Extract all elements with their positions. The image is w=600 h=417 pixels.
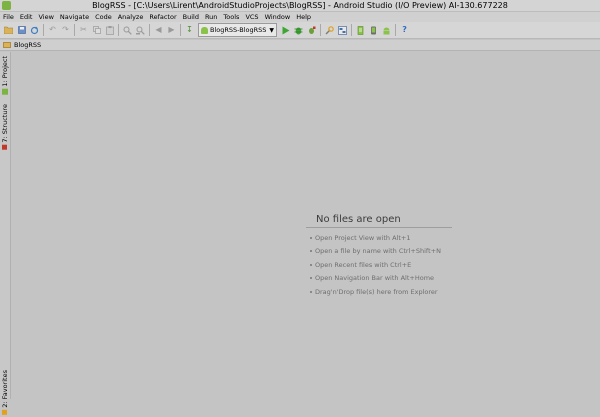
settings-icon[interactable] xyxy=(325,25,335,35)
toolbar-separator xyxy=(149,24,150,36)
menu-file[interactable]: File xyxy=(0,13,17,21)
tab-structure-label: 7: Structure xyxy=(1,104,9,143)
tab-favorites-label: 2: Favorites xyxy=(1,370,9,408)
run-configuration-select[interactable]: BlogRSS-BlogRSS ▼ xyxy=(198,23,278,37)
tab-structure[interactable]: 7: Structure xyxy=(1,104,9,152)
android-monitor-icon[interactable] xyxy=(382,25,392,35)
menu-help[interactable]: Help xyxy=(293,13,314,21)
menu-analyze[interactable]: Analyze xyxy=(115,13,147,21)
title-bar: BlogRSS - [C:\Users\Lirent\AndroidStudio… xyxy=(0,0,600,12)
menu-view[interactable]: View xyxy=(35,13,56,21)
folder-icon xyxy=(3,42,11,48)
bullet-icon xyxy=(310,263,312,266)
hint-text: Open Project View with Alt+1 xyxy=(315,233,411,242)
android-icon xyxy=(201,26,208,34)
tab-project-label: 1: Project xyxy=(1,56,9,87)
run-configuration-label: BlogRSS-BlogRSS xyxy=(210,26,267,34)
bullet-icon xyxy=(310,250,312,252)
build-hammer-icon[interactable]: ↧ xyxy=(185,25,195,35)
hint-item: Open Recent files with Ctrl+E xyxy=(306,261,452,269)
menu-navigate[interactable]: Navigate xyxy=(57,13,92,21)
back-icon[interactable]: ◀ xyxy=(154,25,164,35)
paste-icon[interactable] xyxy=(105,25,115,35)
hint-text: Open a file by name with Ctrl+Shift+N xyxy=(315,247,441,255)
menu-run[interactable]: Run xyxy=(202,13,220,21)
hint-item: Open Navigation Bar with Alt+Home xyxy=(306,274,452,282)
toolbar-separator xyxy=(74,24,75,36)
structure-icon xyxy=(2,144,8,150)
left-tool-strip: 1: Project 7: Structure 2: Favorites xyxy=(0,52,11,415)
chevron-down-icon: ▼ xyxy=(269,26,275,34)
project-structure-icon[interactable] xyxy=(338,25,348,35)
toolbar-separator xyxy=(43,24,44,36)
menu-bar: File Edit View Navigate Code Analyze Ref… xyxy=(0,12,600,22)
toolbar-separator xyxy=(395,24,397,36)
hint-item: Open Project View with Alt+1 xyxy=(306,234,452,242)
hint-text: Drag'n'Drop file(s) here from Explorer xyxy=(315,287,438,296)
save-icon[interactable] xyxy=(17,25,27,35)
favorites-star-icon xyxy=(2,409,8,415)
menu-refactor[interactable]: Refactor xyxy=(146,13,179,21)
bullet-icon xyxy=(310,236,312,239)
open-icon[interactable] xyxy=(4,25,14,35)
toolbar-separator xyxy=(118,24,119,36)
hint-item: Drag'n'Drop file(s) here from Explorer xyxy=(306,288,452,296)
hint-item: Open a file by name with Ctrl+Shift+N xyxy=(306,247,452,255)
breadcrumb-project[interactable]: BlogRSS xyxy=(14,41,41,49)
menu-build[interactable]: Build xyxy=(180,13,202,21)
avd-manager-icon[interactable] xyxy=(369,25,379,35)
cut-icon[interactable]: ✂ xyxy=(79,25,89,35)
hint-text: Open Navigation Bar with Alt+Home xyxy=(315,274,435,282)
sdk-manager-icon[interactable] xyxy=(356,25,366,35)
navigation-bar: BlogRSS xyxy=(0,40,600,51)
sync-icon[interactable] xyxy=(30,25,40,35)
empty-editor-panel: No files are open Open Project View with… xyxy=(306,214,452,296)
tab-project[interactable]: 1: Project xyxy=(1,56,9,97)
project-icon xyxy=(2,88,8,95)
replace-icon[interactable] xyxy=(136,25,146,35)
menu-code[interactable]: Code xyxy=(92,13,115,21)
bullet-icon xyxy=(310,277,312,279)
redo-icon[interactable]: ↷ xyxy=(61,25,71,35)
toolbar-separator xyxy=(320,24,322,36)
help-icon[interactable]: ? xyxy=(400,25,410,35)
find-icon[interactable] xyxy=(123,25,133,35)
window-title: BlogRSS - [C:\Users\Lirent\AndroidStudio… xyxy=(92,1,508,10)
bullet-icon xyxy=(310,290,312,293)
forward-icon[interactable]: ▶ xyxy=(167,25,177,35)
toolbar-separator xyxy=(351,24,353,36)
menu-window[interactable]: Window xyxy=(262,13,294,21)
menu-tools[interactable]: Tools xyxy=(220,13,242,21)
menu-vcs[interactable]: VCS xyxy=(242,13,261,21)
tab-favorites[interactable]: 2: Favorites xyxy=(1,370,9,417)
copy-icon[interactable] xyxy=(92,25,102,35)
undo-icon[interactable]: ↶ xyxy=(48,25,58,35)
empty-editor-title: No files are open xyxy=(306,214,452,228)
hint-text: Open Recent files with Ctrl+E xyxy=(315,260,412,269)
toolbar-separator xyxy=(180,24,181,36)
menu-edit[interactable]: Edit xyxy=(17,13,36,21)
main-toolbar: ↶ ↷ ✂ ◀ ▶ ↧ BlogRSS-BlogRSS ▼ ? xyxy=(0,22,600,39)
run-icon[interactable] xyxy=(281,25,291,35)
attach-debugger-icon[interactable] xyxy=(307,25,317,35)
debug-icon[interactable] xyxy=(294,25,304,35)
